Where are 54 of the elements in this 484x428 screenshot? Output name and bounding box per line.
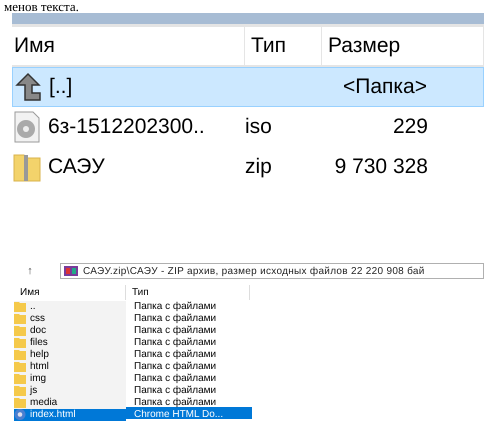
- archive-row[interactable]: css Папка с файлами: [14, 311, 252, 323]
- file-type: Папка с файлами: [133, 372, 218, 386]
- file-type: iso: [245, 114, 273, 140]
- file-type: Папка с файлами: [133, 300, 218, 314]
- file-name: files: [30, 336, 48, 350]
- archive-row[interactable]: doc Папка с файлами: [14, 323, 252, 335]
- file-name: js: [30, 384, 38, 398]
- path-text: САЭУ.zip\САЭУ - ZIP архив, размер исходных файлов 22 220 908 бай: [83, 264, 425, 278]
- file-type: Папка с файлами: [133, 348, 218, 362]
- file-type: Папка с файлами: [133, 312, 218, 326]
- archive-row[interactable]: media Папка с файлами: [14, 395, 252, 407]
- column-header[interactable]: Размер: [322, 27, 484, 65]
- file-name: media: [30, 396, 58, 410]
- archive-row[interactable]: html Папка с файлами: [14, 359, 252, 371]
- column-header[interactable]: Имя: [14, 285, 126, 300]
- archive-icon: [64, 266, 78, 276]
- file-name: 6з-1512202300..: [48, 114, 205, 140]
- file-name: doc: [30, 324, 46, 338]
- file-name: [..]: [49, 74, 72, 100]
- file-row[interactable]: 6з-1512202300.. iso 229: [12, 107, 484, 147]
- file-size: <Папка>: [342, 74, 428, 100]
- archive-row[interactable]: help Папка с файлами: [14, 347, 252, 359]
- file-name: ..: [30, 300, 36, 314]
- disc-image-icon: [12, 111, 42, 143]
- archive-row[interactable]: .. Папка с файлами: [14, 299, 252, 311]
- browser-icon: [14, 409, 26, 420]
- file-row[interactable]: САЭУ zip 9 730 328: [12, 147, 484, 187]
- caption-text: менов текста.: [4, 0, 79, 14]
- file-type: zip: [245, 154, 273, 180]
- file-name: index.html: [30, 408, 76, 422]
- up-button[interactable]: ↑: [0, 262, 60, 280]
- archive-row[interactable]: index.html Chrome HTML Do...: [14, 407, 252, 419]
- archive-row[interactable]: img Папка с файлами: [14, 371, 252, 383]
- column-header[interactable]: Имя: [12, 27, 245, 65]
- file-type: Папка с файлами: [133, 324, 218, 338]
- up-arrow-icon: [13, 71, 43, 103]
- file-type: Chrome HTML Do...: [133, 408, 224, 422]
- file-type: Папка с файлами: [133, 384, 218, 398]
- file-name: help: [30, 348, 49, 362]
- column-header[interactable]: Тип: [126, 285, 250, 300]
- archive-row[interactable]: files Папка с файлами: [14, 335, 252, 347]
- archive-row[interactable]: js Папка с файлами: [14, 383, 252, 395]
- file-type: Папка с файлами: [133, 396, 218, 410]
- file-type: Папка с файлами: [133, 360, 218, 374]
- file-type: Папка с файлами: [133, 336, 218, 350]
- file-name: css: [30, 312, 45, 326]
- column-header[interactable]: Тип: [245, 27, 322, 65]
- file-name: img: [30, 372, 46, 386]
- file-name: html: [30, 360, 49, 374]
- file-row[interactable]: [..] <Папка>: [12, 67, 484, 107]
- file-size: 229: [392, 114, 429, 140]
- file-size: 9 730 328: [334, 154, 429, 180]
- file-name: САЭУ: [48, 154, 105, 180]
- path-field[interactable]: САЭУ.zip\САЭУ - ZIP архив, размер исходных файлов 22 220 908 бай: [60, 263, 484, 279]
